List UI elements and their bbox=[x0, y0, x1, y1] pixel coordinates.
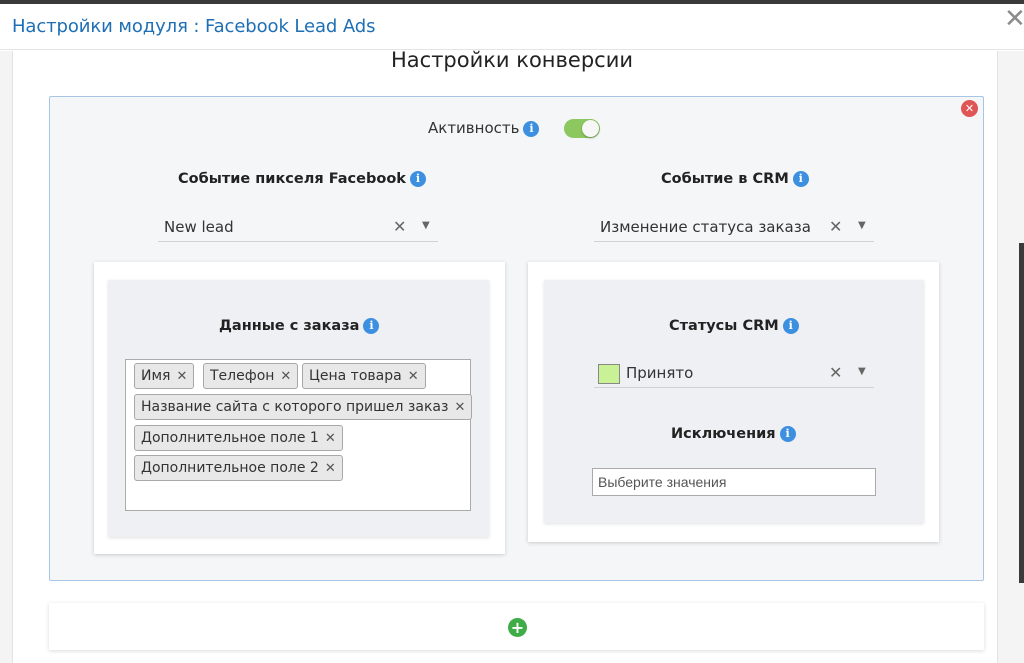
remove-tag-icon[interactable]: ✕ bbox=[325, 461, 336, 476]
remove-circle-icon[interactable]: ✕ bbox=[961, 100, 978, 117]
crm-statuses-label: Статусы CRM bbox=[669, 318, 779, 334]
pixel-event-select[interactable]: New lead ✕ ▼ bbox=[158, 212, 438, 242]
crm-status-value: Принято bbox=[626, 364, 694, 382]
tag-chip: Цена товара ✕ bbox=[302, 363, 426, 389]
tag-label: Имя bbox=[141, 368, 171, 384]
activity-toggle[interactable] bbox=[564, 119, 600, 138]
tag-chip: Имя ✕ bbox=[134, 363, 195, 389]
clear-icon[interactable]: ✕ bbox=[829, 217, 842, 236]
pixel-event-label: Событие пикселя Facebook bbox=[178, 171, 406, 187]
tag-chip: Название сайта с которого пришел заказ ✕ bbox=[134, 394, 473, 420]
info-icon[interactable]: i bbox=[782, 318, 799, 334]
pixel-event-value: New lead bbox=[164, 218, 234, 236]
crm-event-select[interactable]: Изменение статуса заказа ✕ ▼ bbox=[594, 212, 874, 242]
tag-chip: Телефон ✕ bbox=[203, 363, 299, 389]
scrollbar[interactable] bbox=[1019, 243, 1024, 583]
info-icon[interactable]: i bbox=[409, 171, 426, 187]
add-circle-icon[interactable]: + bbox=[508, 618, 527, 637]
status-color-swatch bbox=[598, 364, 620, 384]
crm-statuses-select[interactable]: Принято ✕ ▼ bbox=[594, 358, 874, 388]
remove-tag-icon[interactable]: ✕ bbox=[454, 400, 465, 415]
info-icon[interactable]: i bbox=[792, 171, 809, 187]
remove-tag-icon[interactable]: ✕ bbox=[280, 369, 291, 384]
chevron-down-icon[interactable]: ▼ bbox=[858, 220, 866, 231]
tag-label: Дополнительное поле 1 bbox=[141, 430, 319, 446]
toggle-knob bbox=[582, 120, 599, 137]
clear-icon[interactable]: ✕ bbox=[393, 217, 406, 236]
modal-title: Настройки модуля : Facebook Lead Ads bbox=[12, 16, 376, 37]
crm-event-label: Событие в CRM bbox=[661, 171, 789, 187]
crm-event-heading: Событие в CRM i bbox=[661, 171, 809, 187]
exclusions-label: Исключения bbox=[671, 426, 776, 442]
info-icon[interactable]: i bbox=[779, 426, 796, 442]
crm-event-value: Изменение статуса заказа bbox=[600, 218, 811, 236]
order-data-label: Данные с заказа bbox=[219, 318, 360, 334]
remove-tag-icon[interactable]: ✕ bbox=[176, 369, 187, 384]
tag-chip: Дополнительное поле 2 ✕ bbox=[134, 455, 343, 481]
order-data-heading: Данные с заказа i bbox=[219, 318, 380, 334]
modal-header: Настройки модуля : Facebook Lead Ads bbox=[0, 4, 1024, 50]
crm-statuses-heading: Статусы CRM i bbox=[669, 318, 799, 334]
info-icon[interactable]: i bbox=[363, 318, 380, 334]
remove-tag-icon[interactable]: ✕ bbox=[408, 369, 419, 384]
tag-label: Название сайта с которого пришел заказ bbox=[141, 399, 449, 415]
chevron-down-icon[interactable]: ▼ bbox=[422, 220, 430, 231]
clear-icon[interactable]: ✕ bbox=[829, 363, 842, 382]
exclusions-heading: Исключения i bbox=[671, 426, 796, 442]
section-title: Настройки конверсии bbox=[390, 48, 633, 72]
activity-label: Активность bbox=[428, 119, 520, 137]
remove-tag-icon[interactable]: ✕ bbox=[325, 431, 336, 446]
tag-label: Телефон bbox=[210, 368, 275, 384]
chevron-down-icon[interactable]: ▼ bbox=[858, 366, 866, 377]
tag-chip: Дополнительное поле 1 ✕ bbox=[134, 425, 343, 451]
exclusions-input[interactable] bbox=[592, 468, 876, 496]
tag-label: Дополнительное поле 2 bbox=[141, 460, 319, 476]
tag-label: Цена товара bbox=[309, 368, 402, 384]
activity-row: Активность i bbox=[428, 119, 540, 137]
info-icon[interactable]: i bbox=[523, 121, 540, 137]
close-icon[interactable]: ✕ bbox=[1004, 6, 1024, 32]
pixel-event-heading: Событие пикселя Facebook i bbox=[178, 171, 426, 187]
